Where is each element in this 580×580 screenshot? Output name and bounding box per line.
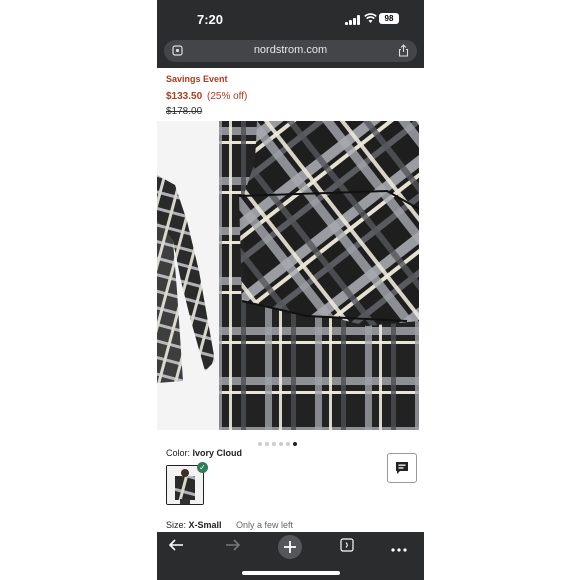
- gallery-dot[interactable]: [258, 442, 262, 446]
- product-image-gallery[interactable]: [157, 121, 424, 430]
- color-label: Color:: [166, 448, 191, 458]
- back-button[interactable]: [164, 537, 188, 559]
- home-indicator: [242, 571, 340, 575]
- size-value: X-Small: [188, 520, 222, 530]
- size-selector-label: Size: X-Small: [166, 520, 222, 530]
- tabs-button[interactable]: [335, 537, 359, 559]
- new-tab-button[interactable]: [278, 535, 302, 559]
- back-icon: [168, 539, 183, 551]
- more-icon: [391, 548, 407, 552]
- sale-event-label: Savings Event: [166, 74, 228, 84]
- forward-icon: [226, 539, 241, 551]
- gallery-dot[interactable]: [272, 442, 276, 446]
- battery-icon: 98: [379, 13, 399, 24]
- gallery-pagination[interactable]: [258, 433, 300, 446]
- product-image: [157, 121, 424, 430]
- browser-chrome: 7:20 98 nordstrom.com: [157, 0, 424, 68]
- sale-price: $133.50: [166, 91, 203, 102]
- gallery-dot[interactable]: [279, 442, 283, 446]
- chat-button[interactable]: [387, 453, 417, 483]
- gallery-dot[interactable]: [286, 442, 290, 446]
- gallery-dot[interactable]: [265, 442, 269, 446]
- size-label: Size:: [166, 520, 187, 530]
- gallery-dot-active[interactable]: [293, 442, 297, 446]
- forward-button[interactable]: [221, 537, 245, 559]
- url-text[interactable]: nordstrom.com: [164, 44, 417, 56]
- phone-screen: 7:20 98 nordstrom.com Savings Event $133…: [157, 0, 424, 580]
- address-bar[interactable]: nordstrom.com: [164, 40, 417, 62]
- color-selector-label: Color: Ivory Cloud: [166, 448, 242, 458]
- original-price: $178.00: [166, 106, 203, 117]
- wifi-icon: [364, 13, 377, 27]
- stock-note: Only a few left: [236, 520, 294, 530]
- color-value: Ivory Cloud: [192, 448, 243, 458]
- tabs-icon: [340, 538, 354, 552]
- selected-check-icon: ✓: [197, 462, 208, 473]
- swatch-thumbnail: [167, 466, 203, 504]
- signal-icon: [345, 15, 361, 25]
- share-icon[interactable]: [398, 44, 409, 57]
- status-time: 7:20: [197, 12, 224, 27]
- discount-percent: (25% off): [207, 91, 248, 102]
- chat-icon: [396, 462, 408, 474]
- new-tab-icon: [284, 541, 296, 553]
- more-button[interactable]: [387, 537, 411, 559]
